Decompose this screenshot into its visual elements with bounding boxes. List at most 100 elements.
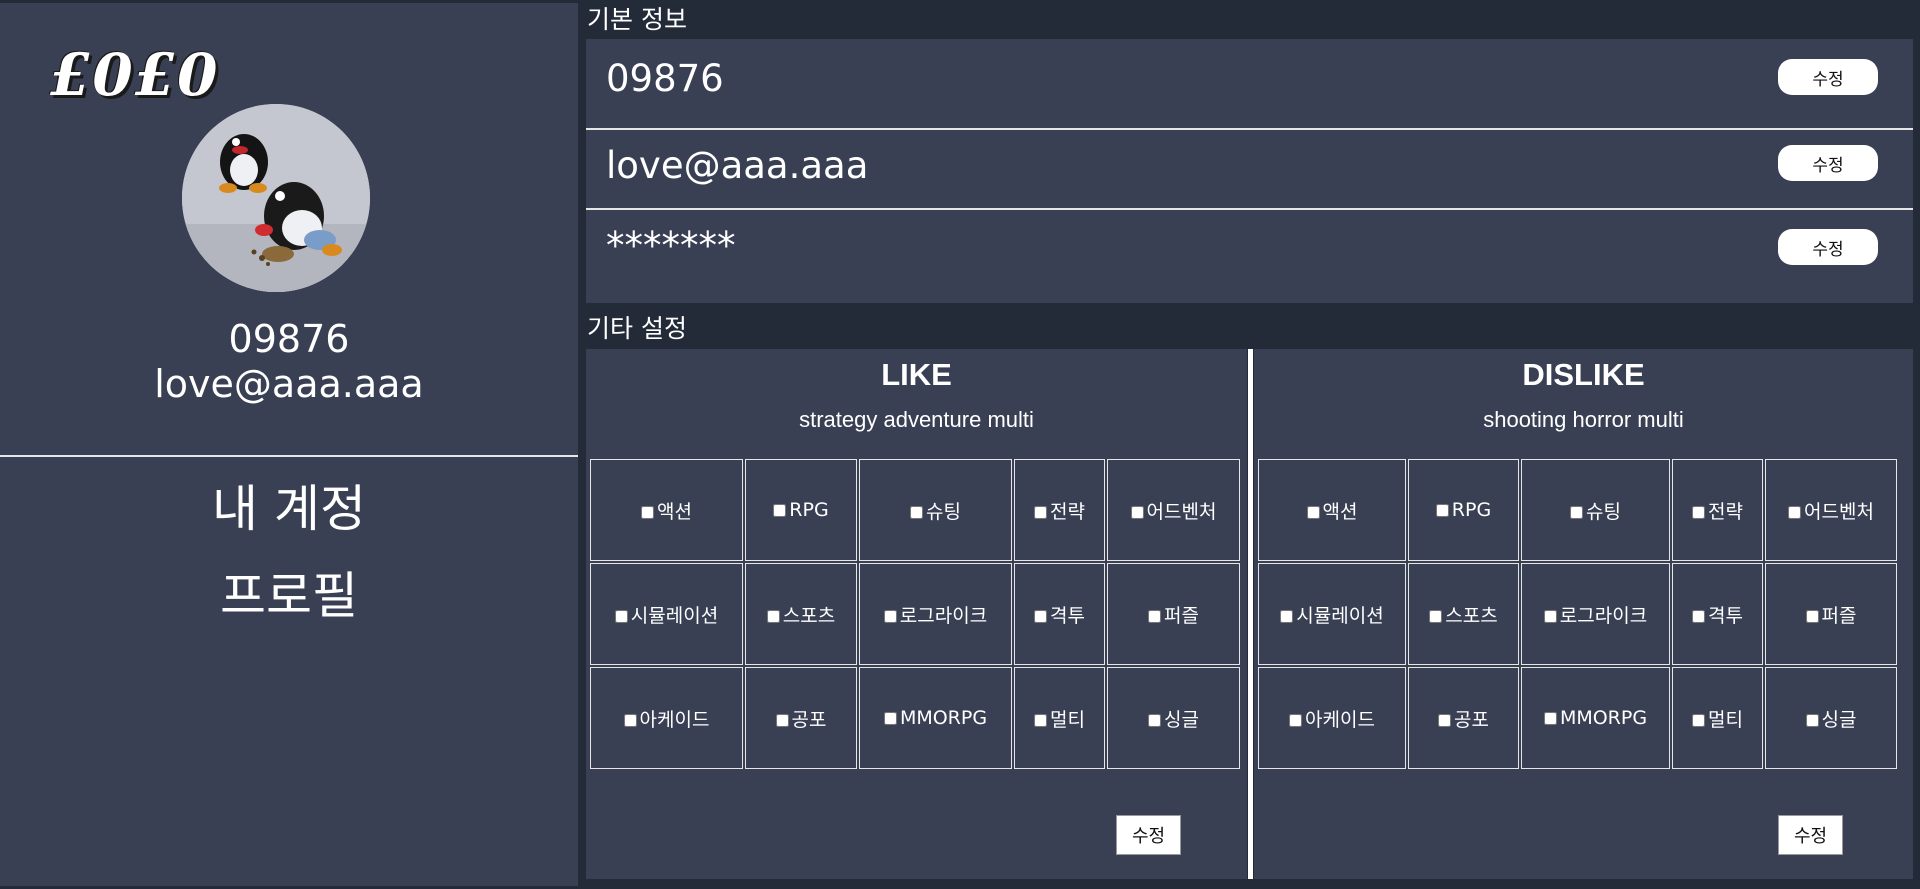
like-genre-checkbox[interactable] [883, 712, 897, 725]
like-genre-checkbox[interactable] [614, 609, 628, 623]
dislike-genre-label: 액션 [1322, 500, 1358, 523]
dislike-genre-label: RPG [1451, 499, 1492, 521]
like-genre-checkbox[interactable] [1034, 505, 1048, 519]
like-genre-label: 로그라이크 [899, 604, 988, 627]
dislike-genre-option[interactable]: 멀티 [1692, 709, 1743, 731]
dislike-genre-option[interactable]: 격투 [1692, 605, 1743, 627]
edit-password-button[interactable]: 수정 [1778, 229, 1878, 265]
dislike-genre-checkbox[interactable] [1692, 609, 1706, 623]
dislike-genre-label: MMORPG [1559, 707, 1648, 729]
like-genre-checkbox[interactable] [641, 505, 655, 519]
dislike-genre-checkbox[interactable] [1429, 609, 1443, 623]
info-row-user-id: 09876 수정 [586, 39, 1913, 127]
dislike-genre-option[interactable]: RPG [1435, 499, 1492, 521]
dislike-genre-option[interactable]: 싱글 [1805, 709, 1856, 731]
dislike-genre-option[interactable]: MMORPG [1543, 707, 1648, 729]
like-genre-option[interactable]: 로그라이크 [883, 604, 988, 627]
dislike-genre-checkbox[interactable] [1306, 505, 1320, 519]
dislike-genre-checkbox[interactable] [1543, 609, 1557, 623]
like-heading: LIKE [881, 357, 952, 392]
like-genre-option[interactable]: 전략 [1034, 501, 1085, 523]
like-genre-option[interactable]: 아케이드 [623, 709, 709, 731]
dislike-genre-cell: 공포 [1408, 667, 1519, 769]
like-genre-label: 멀티 [1050, 708, 1085, 731]
like-genre-checkbox[interactable] [775, 713, 789, 727]
like-genre-cell: RPG [745, 459, 857, 561]
site-logo[interactable]: £0£0 [50, 41, 219, 109]
like-genre-option[interactable]: 격투 [1034, 605, 1085, 627]
dislike-genre-checkbox[interactable] [1435, 504, 1449, 517]
like-genre-option[interactable]: 멀티 [1034, 709, 1085, 731]
dislike-genre-option[interactable]: 슈팅 [1570, 501, 1621, 523]
other-settings-title: 기타 설정 [587, 314, 687, 343]
dislike-genre-option[interactable]: 아케이드 [1289, 709, 1375, 731]
dislike-genre-cell: 로그라이크 [1521, 563, 1670, 665]
like-genre-option[interactable]: 시뮬레이션 [614, 604, 719, 627]
dislike-genre-option[interactable]: 어드벤처 [1788, 501, 1874, 523]
dislike-genre-checkbox[interactable] [1692, 505, 1706, 519]
dislike-genre-option[interactable]: 시뮬레이션 [1280, 605, 1384, 627]
like-genre-checkbox[interactable] [1034, 609, 1048, 623]
like-genre-checkbox[interactable] [1148, 609, 1162, 623]
like-genre-cell: 퍼즐 [1107, 563, 1240, 665]
like-genre-checkbox[interactable] [1034, 713, 1048, 727]
like-genre-option[interactable]: RPG [773, 499, 829, 521]
dislike-genre-checkbox[interactable] [1280, 609, 1294, 623]
like-genre-option[interactable]: 싱글 [1148, 709, 1199, 731]
edit-user-id-button[interactable]: 수정 [1778, 59, 1878, 95]
like-save-button[interactable]: 수정 [1116, 815, 1181, 855]
like-genre-checkbox[interactable] [1130, 505, 1144, 519]
dislike-genre-option[interactable]: 공포 [1438, 709, 1489, 731]
dislike-genre-checkbox[interactable] [1788, 505, 1802, 519]
like-genre-label: 시뮬레이션 [630, 604, 719, 627]
like-genre-grid: 액션 RPG 슈팅 전략 어드벤처시뮬레이션 스포츠 로그라이크 격투 퍼즐아케이드 공포 MMOR… [588, 457, 1242, 771]
like-genre-cell: 로그라이크 [859, 563, 1012, 665]
password-value: ******* [606, 224, 736, 267]
like-genre-label: 공포 [791, 708, 827, 731]
like-summary: strategy adventure multi [799, 407, 1034, 432]
edit-email-button[interactable]: 수정 [1778, 145, 1878, 181]
like-genre-checkbox[interactable] [910, 505, 924, 519]
like-genre-checkbox[interactable] [623, 713, 637, 727]
like-genre-checkbox[interactable] [883, 609, 897, 623]
sidebar: £0£0 09876 love@aaa.aaa 내 계정 프로필 [0, 3, 578, 886]
like-genre-option[interactable]: 스포츠 [766, 605, 835, 627]
dislike-genre-option[interactable]: 액션 [1306, 500, 1358, 523]
dislike-genre-option[interactable]: 퍼즐 [1805, 605, 1856, 627]
like-genre-option[interactable]: 퍼즐 [1148, 605, 1199, 627]
like-genre-label: 격투 [1050, 604, 1085, 627]
dislike-genre-checkbox[interactable] [1692, 713, 1706, 727]
sidebar-user-id: 09876 [228, 317, 350, 361]
dislike-genre-row: 액션 RPG 슈팅 전략 어드벤처 [1258, 459, 1897, 561]
dislike-genre-option[interactable]: 로그라이크 [1543, 604, 1648, 627]
dislike-genre-checkbox[interactable] [1289, 713, 1303, 727]
dislike-genre-cell: 시뮬레이션 [1258, 563, 1406, 665]
menu-item-my-account[interactable]: 내 계정 [0, 479, 578, 539]
dislike-genre-checkbox[interactable] [1543, 712, 1557, 725]
sidebar-user-email: love@aaa.aaa [154, 362, 424, 406]
dislike-genre-cell: 아케이드 [1258, 667, 1406, 769]
like-genre-checkbox[interactable] [773, 504, 787, 517]
like-genre-option[interactable]: 공포 [775, 708, 827, 731]
like-genre-option[interactable]: 슈팅 [910, 501, 961, 523]
dislike-summary: shooting horror multi [1483, 407, 1684, 432]
like-genre-label: 싱글 [1164, 708, 1199, 731]
dislike-genre-cell: 격투 [1672, 563, 1763, 665]
like-genre-checkbox[interactable] [766, 609, 780, 623]
like-genre-option[interactable]: 어드벤처 [1130, 501, 1216, 523]
dislike-save-button[interactable]: 수정 [1778, 815, 1843, 855]
dislike-genre-checkbox[interactable] [1805, 713, 1819, 727]
menu-item-profile[interactable]: 프로필 [0, 566, 578, 626]
dislike-genre-checkbox[interactable] [1570, 505, 1584, 519]
dislike-genre-checkbox[interactable] [1438, 713, 1452, 727]
dislike-genre-option[interactable]: 스포츠 [1429, 605, 1498, 627]
dislike-genre-cell: 퍼즐 [1765, 563, 1897, 665]
like-genre-option[interactable]: 액션 [641, 501, 692, 523]
dislike-genre-checkbox[interactable] [1805, 609, 1819, 623]
like-genre-checkbox[interactable] [1148, 713, 1162, 727]
dislike-genre-label: 로그라이크 [1559, 604, 1648, 627]
like-genre-cell: 어드벤처 [1107, 459, 1240, 561]
like-genre-cell: MMORPG [859, 667, 1012, 769]
like-genre-option[interactable]: MMORPG [883, 707, 987, 729]
dislike-genre-option[interactable]: 전략 [1692, 501, 1743, 523]
